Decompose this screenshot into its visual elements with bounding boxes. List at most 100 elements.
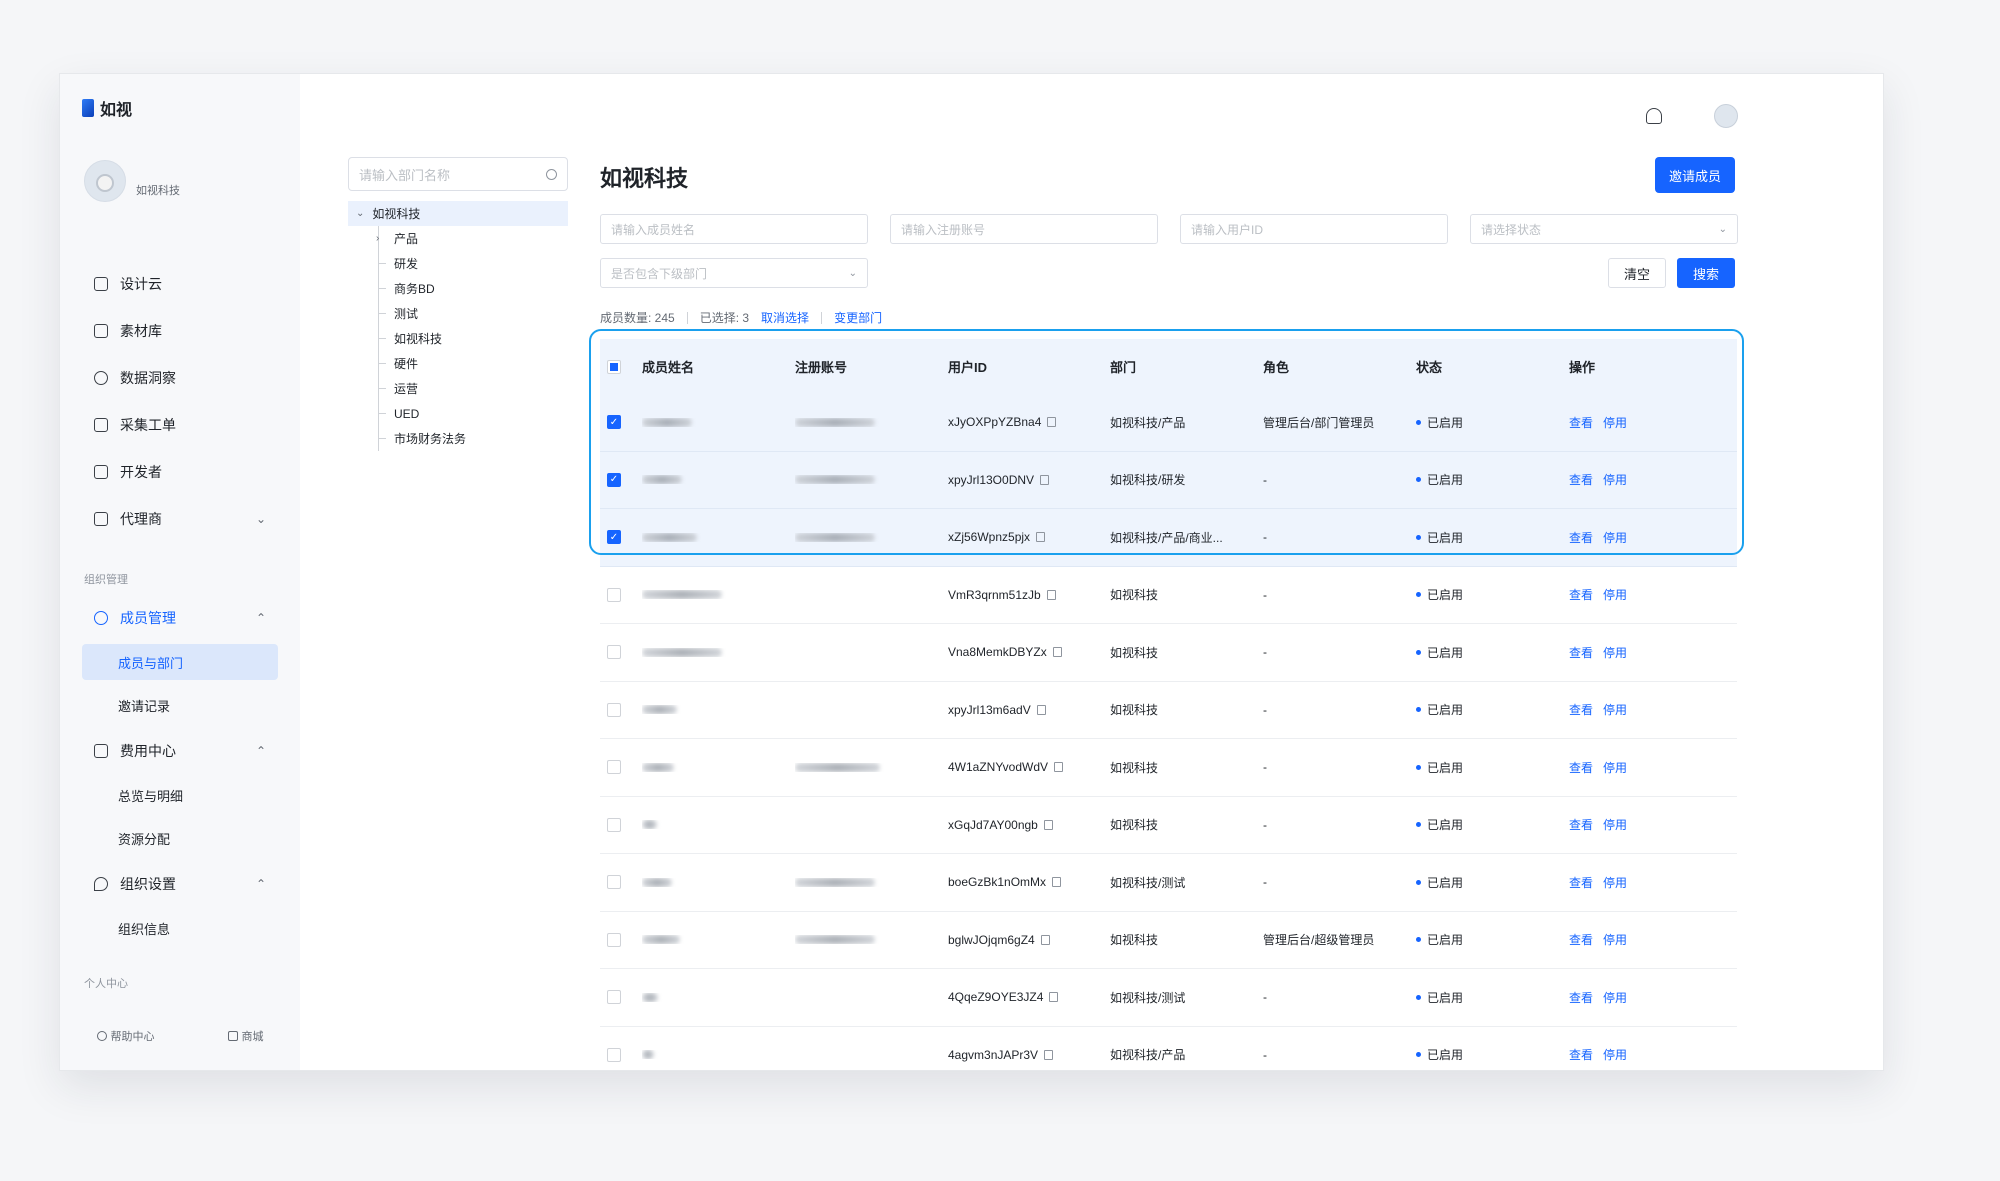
nav-sub-members-depts[interactable]: 成员与部门 xyxy=(82,644,278,680)
row-checkbox[interactable] xyxy=(607,702,621,717)
view-link[interactable]: 查看 xyxy=(1569,586,1593,603)
view-link[interactable]: 查看 xyxy=(1569,874,1593,891)
header-account[interactable]: 注册账号 xyxy=(795,357,948,376)
member-name-input[interactable]: 请输入成员姓名 xyxy=(600,214,868,244)
select-all-checkbox[interactable] xyxy=(607,359,621,374)
account-input[interactable]: 请输入注册账号 xyxy=(890,214,1158,244)
table-row[interactable]: boeGzBk1nOmMx 如视科技/测试 - 已启用 查看 停用 xyxy=(600,854,1737,912)
table-row[interactable]: ✓ xZj56Wpnz5pjx 如视科技/产品/商业... - 已启用 查看 停用 xyxy=(600,509,1737,567)
tree-node[interactable]: › 产品 xyxy=(348,226,568,251)
help-center-link[interactable]: 帮助中心 xyxy=(96,1028,155,1044)
copy-icon[interactable] xyxy=(1046,589,1056,600)
change-dept-link[interactable]: 变更部门 xyxy=(834,309,882,326)
view-link[interactable]: 查看 xyxy=(1569,989,1593,1006)
copy-icon[interactable] xyxy=(1040,934,1050,945)
header-role[interactable]: 角色 xyxy=(1263,357,1416,376)
status-select[interactable]: 请选择状态 ⌄ xyxy=(1470,214,1738,244)
avatar[interactable] xyxy=(84,160,126,202)
view-link[interactable]: 查看 xyxy=(1569,701,1593,718)
row-checkbox[interactable] xyxy=(607,817,621,832)
user-avatar[interactable] xyxy=(1714,104,1738,128)
view-link[interactable]: 查看 xyxy=(1569,414,1593,431)
row-checkbox[interactable]: ✓ xyxy=(607,530,621,545)
nav-sub-org-info[interactable]: 组织信息 xyxy=(60,907,300,950)
row-checkbox[interactable]: ✓ xyxy=(607,472,621,487)
nav-item-design-cloud[interactable]: 设计云 xyxy=(60,260,300,307)
disable-link[interactable]: 停用 xyxy=(1603,414,1627,431)
org-profile[interactable]: 如视科技 xyxy=(84,160,180,202)
copy-icon[interactable] xyxy=(1044,1049,1054,1060)
tree-node[interactable]: UED xyxy=(348,401,568,426)
table-row[interactable]: 4QqeZ9OYE3JZ4 如视科技/测试 - 已启用 查看 停用 xyxy=(600,969,1737,1027)
tree-node[interactable]: 研发 xyxy=(348,251,568,276)
copy-icon[interactable] xyxy=(1047,417,1057,428)
dept-search-input[interactable]: 请输入部门名称 xyxy=(348,157,568,191)
row-checkbox[interactable]: ✓ xyxy=(607,415,621,430)
copy-icon[interactable] xyxy=(1052,877,1062,888)
disable-link[interactable]: 停用 xyxy=(1603,816,1627,833)
nav-item-work-orders[interactable]: 采集工单 xyxy=(60,401,300,448)
tree-node[interactable]: 测试 xyxy=(348,301,568,326)
copy-icon[interactable] xyxy=(1036,704,1046,715)
clear-button[interactable]: 清空 xyxy=(1608,258,1666,288)
disable-link[interactable]: 停用 xyxy=(1603,529,1627,546)
table-row[interactable]: 4W1aZNYvodWdV 如视科技 - 已启用 查看 停用 xyxy=(600,739,1737,797)
chevron-right-icon[interactable]: › xyxy=(376,233,379,244)
view-link[interactable]: 查看 xyxy=(1569,816,1593,833)
disable-link[interactable]: 停用 xyxy=(1603,759,1627,776)
tree-node[interactable]: 运营 xyxy=(348,376,568,401)
table-row[interactable]: Vna8MemkDBYZx 如视科技 - 已启用 查看 停用 xyxy=(600,624,1737,682)
bell-icon[interactable] xyxy=(1646,108,1662,124)
table-row[interactable]: xpyJrl13m6adV 如视科技 - 已启用 查看 停用 xyxy=(600,682,1737,739)
disable-link[interactable]: 停用 xyxy=(1603,471,1627,488)
app-logo[interactable]: 如视 xyxy=(82,96,132,120)
nav-item-member-mgmt[interactable]: 成员管理 ⌃ xyxy=(60,594,300,641)
subdept-select[interactable]: 是否包含下级部门 ⌄ xyxy=(600,258,868,288)
header-status[interactable]: 状态 xyxy=(1416,357,1569,376)
row-checkbox[interactable] xyxy=(607,875,621,890)
table-row[interactable]: bglwJOjqm6gZ4 如视科技 管理后台/超级管理员 已启用 查看 停用 xyxy=(600,912,1737,969)
nav-item-fee-center[interactable]: 费用中心 ⌃ xyxy=(60,727,300,774)
cancel-selection-link[interactable]: 取消选择 xyxy=(761,309,809,326)
invite-member-button[interactable]: 邀请成员 xyxy=(1655,157,1735,193)
row-checkbox[interactable] xyxy=(607,760,621,775)
disable-link[interactable]: 停用 xyxy=(1603,931,1627,948)
copy-icon[interactable] xyxy=(1036,532,1046,543)
disable-link[interactable]: 停用 xyxy=(1603,874,1627,891)
header-uid[interactable]: 用户ID xyxy=(948,357,1110,376)
nav-item-developer[interactable]: 开发者 xyxy=(60,448,300,495)
copy-icon[interactable] xyxy=(1043,819,1053,830)
tree-node[interactable]: 市场财务法务 xyxy=(348,426,568,451)
nav-item-assets[interactable]: 素材库 xyxy=(60,307,300,354)
row-checkbox[interactable] xyxy=(607,587,621,602)
disable-link[interactable]: 停用 xyxy=(1603,644,1627,661)
row-checkbox[interactable] xyxy=(607,645,621,660)
copy-icon[interactable] xyxy=(1049,992,1059,1003)
table-row[interactable]: ✓ xJyOXPpYZBna4 如视科技/产品 管理后台/部门管理员 已启用 查看 停用 xyxy=(600,394,1737,452)
header-dept[interactable]: 部门 xyxy=(1110,357,1263,376)
row-checkbox[interactable] xyxy=(607,990,621,1005)
user-id-input[interactable]: 请输入用户ID xyxy=(1180,214,1448,244)
nav-sub-resource-alloc[interactable]: 资源分配 xyxy=(60,817,300,860)
tree-node-root[interactable]: ⌄ 如视科技 xyxy=(348,201,568,226)
row-checkbox[interactable] xyxy=(607,932,621,947)
table-row[interactable]: xGqJd7AY00ngb 如视科技 - 已启用 查看 停用 xyxy=(600,797,1737,854)
copy-icon[interactable] xyxy=(1052,647,1062,658)
table-row[interactable]: ✓ xpyJrl13O0DNV 如视科技/研发 - 已启用 查看 停用 xyxy=(600,451,1737,509)
nav-sub-invite-records[interactable]: 邀请记录 xyxy=(60,684,300,727)
view-link[interactable]: 查看 xyxy=(1569,931,1593,948)
nav-item-agent[interactable]: 代理商 ⌄ xyxy=(60,495,300,542)
table-row[interactable]: VmR3qrnm51zJb 如视科技 - 已启用 查看 停用 xyxy=(600,567,1737,624)
tree-node[interactable]: 如视科技 xyxy=(348,326,568,351)
header-name[interactable]: 成员姓名 xyxy=(642,357,795,376)
view-link[interactable]: 查看 xyxy=(1569,529,1593,546)
row-checkbox[interactable] xyxy=(607,1047,621,1062)
search-icon[interactable] xyxy=(546,168,557,180)
disable-link[interactable]: 停用 xyxy=(1603,989,1627,1006)
search-button[interactable]: 搜索 xyxy=(1677,258,1735,288)
view-link[interactable]: 查看 xyxy=(1569,1046,1593,1063)
view-link[interactable]: 查看 xyxy=(1569,644,1593,661)
disable-link[interactable]: 停用 xyxy=(1603,701,1627,718)
nav-item-insights[interactable]: 数据洞察 xyxy=(60,354,300,401)
view-link[interactable]: 查看 xyxy=(1569,759,1593,776)
